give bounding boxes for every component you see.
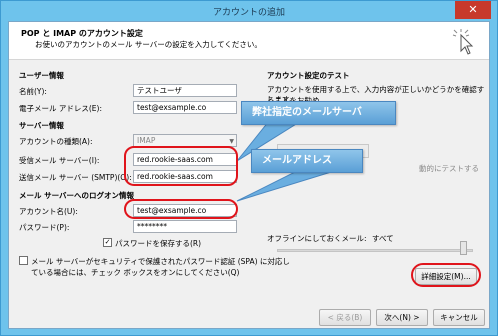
email-callout: メールアドレス — [251, 149, 363, 173]
callout-pointers — [236, 120, 342, 202]
add-account-window: アカウントの追加 ✕ POP と IMAP のアカウント設定 お使いのアカウント… — [0, 0, 498, 336]
server-callout: 弊社指定のメールサーバ — [241, 101, 396, 125]
